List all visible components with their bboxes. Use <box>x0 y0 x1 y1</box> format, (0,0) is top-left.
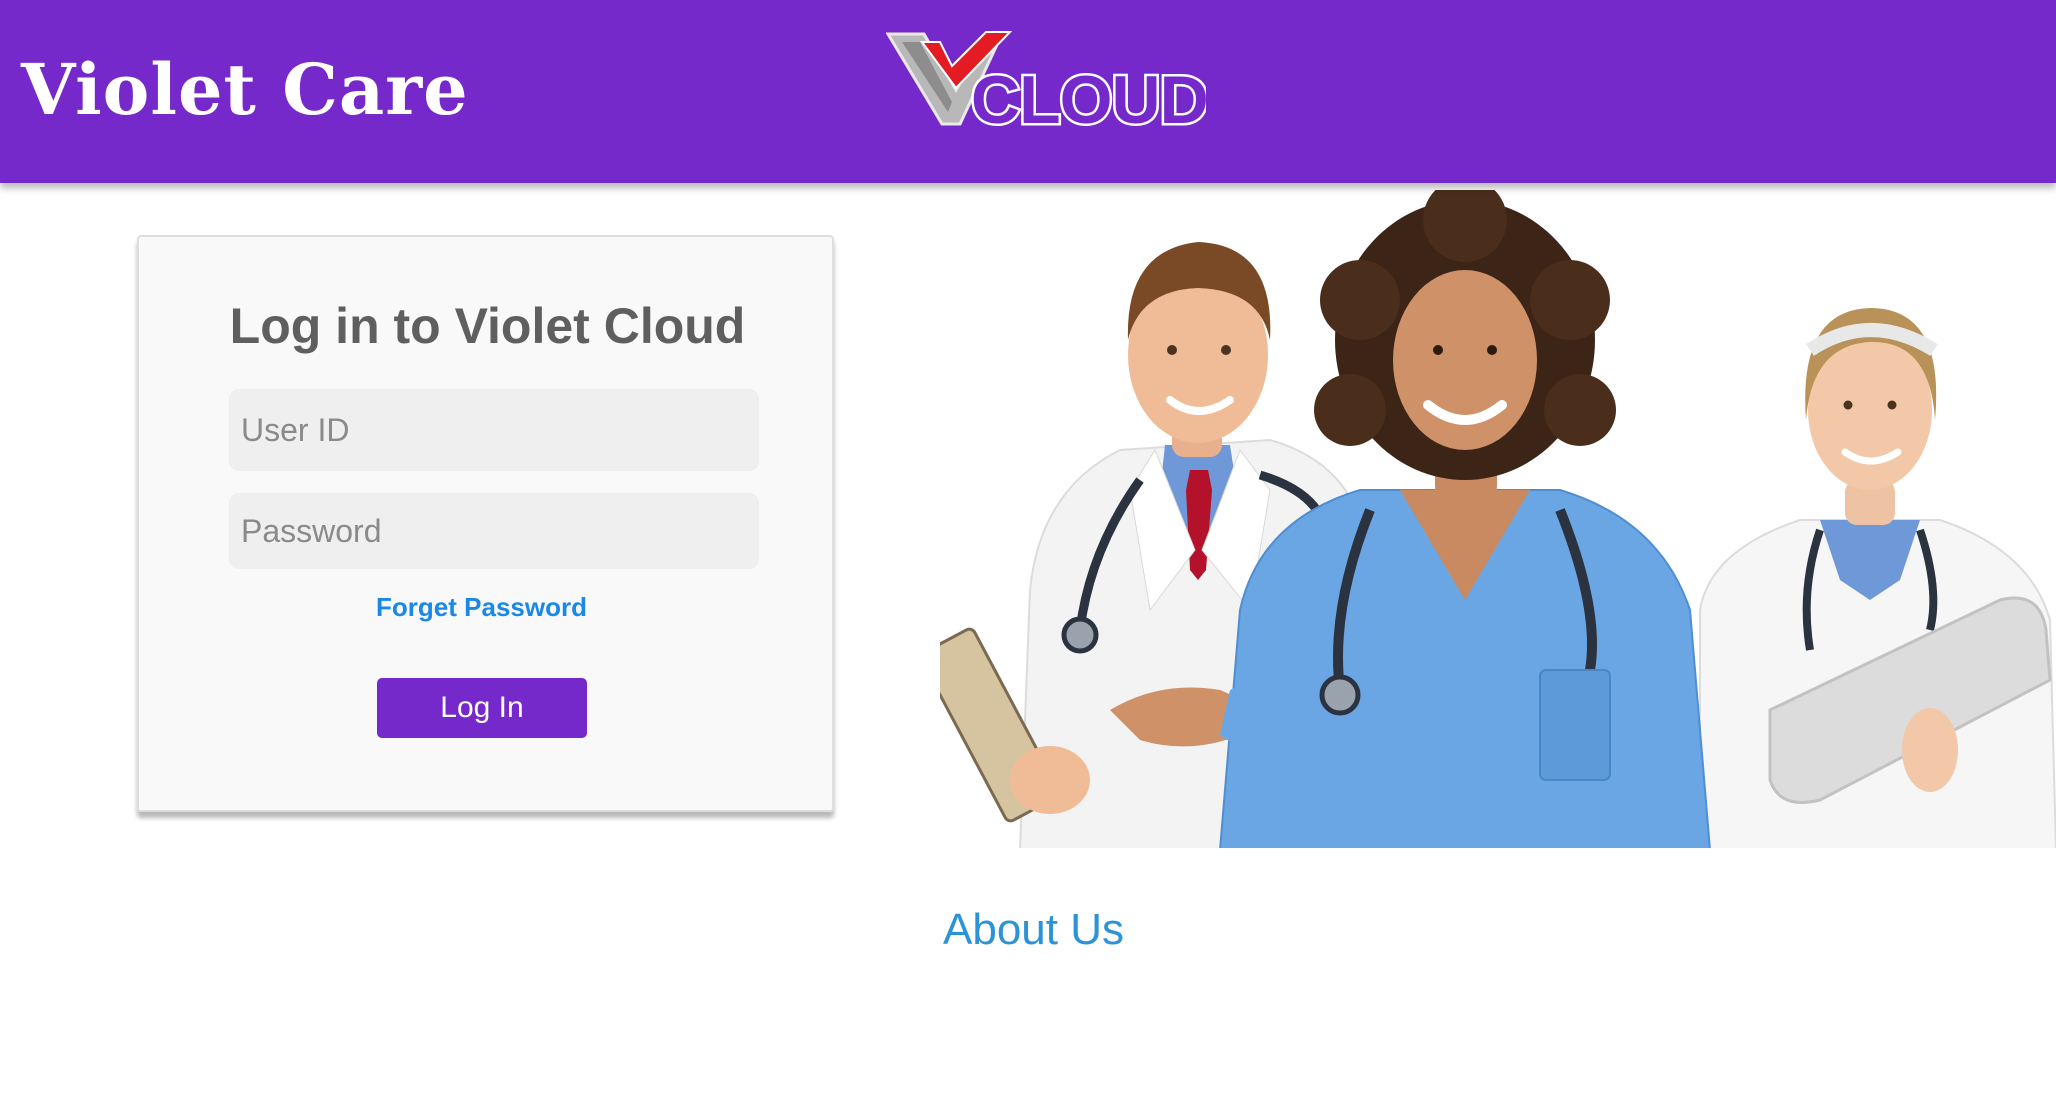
vcloud-logo-icon: CLOUD <box>886 31 1206 132</box>
vcloud-logo[interactable]: CLOUD <box>886 28 1206 132</box>
login-heading: Log in to Violet Cloud <box>229 298 746 354</box>
hero-medical-staff-image <box>940 190 2056 848</box>
login-button[interactable]: Log In <box>377 678 587 738</box>
brand-title[interactable]: Violet Care <box>21 46 469 134</box>
logo-text: CLOUD <box>971 62 1206 132</box>
nurse-right-figure <box>1699 308 2056 848</box>
login-card: Log in to Violet Cloud Forget Password L… <box>137 235 834 812</box>
top-header-bar: Violet Care CLOUD <box>0 0 2056 183</box>
about-us-link[interactable]: About Us <box>943 902 1124 958</box>
forgot-password-link[interactable]: Forget Password <box>139 590 824 624</box>
password-input[interactable] <box>229 493 759 569</box>
userid-input[interactable] <box>229 389 759 471</box>
medical-staff-illustration <box>940 190 2056 848</box>
